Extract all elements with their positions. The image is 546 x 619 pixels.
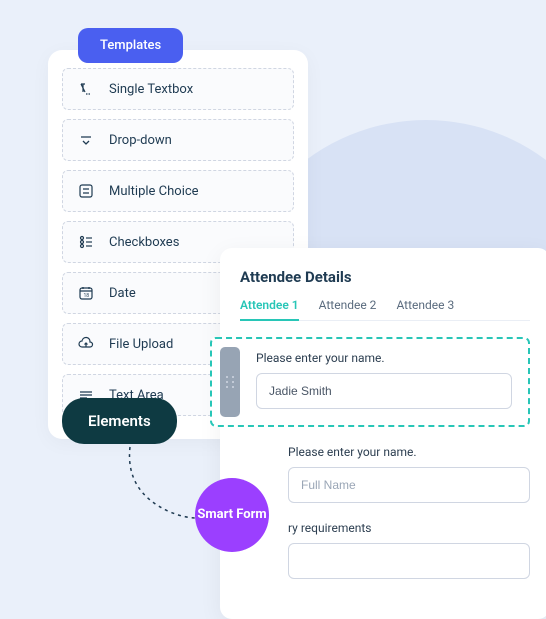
element-label: Drop-down [109, 133, 172, 148]
tab-attendee-3[interactable]: Attendee 3 [396, 298, 454, 320]
attendee-tabs: Attendee 1 Attendee 2 Attendee 3 [240, 298, 530, 321]
templates-tab-label: Templates [100, 38, 161, 53]
dropdown-icon [77, 131, 95, 149]
element-label: Checkboxes [109, 235, 179, 250]
tab-label: Attendee 2 [319, 298, 377, 312]
name-prompt: Please enter your name. [256, 351, 512, 365]
elements-badge-label: Elements [88, 412, 151, 430]
element-label: Date [109, 286, 136, 301]
cloud-upload-icon [77, 335, 95, 353]
element-label: File Upload [109, 337, 173, 352]
element-label: Single Textbox [109, 82, 193, 97]
textbox-icon [77, 80, 95, 98]
details-title: Attendee Details [240, 268, 530, 286]
element-multiple-choice[interactable]: Multiple Choice [62, 170, 294, 212]
tab-attendee-2[interactable]: Attendee 2 [319, 298, 377, 320]
element-label: Multiple Choice [109, 184, 199, 199]
drag-handle[interactable] [220, 347, 240, 417]
form-drop-zone[interactable]: Please enter your name. [210, 337, 530, 427]
smart-form-badge: Smart Form [195, 478, 269, 552]
multiple-choice-icon [77, 182, 95, 200]
full-name-input[interactable] [288, 467, 530, 503]
field-label: ry requirements [288, 521, 530, 535]
requirements-input[interactable] [288, 543, 530, 579]
templates-tab[interactable]: Templates [78, 28, 183, 63]
smart-form-label: Smart Form [197, 508, 266, 523]
checkboxes-icon [77, 233, 95, 251]
tab-attendee-1[interactable]: Attendee 1 [240, 298, 299, 320]
calendar-icon: 18 [77, 284, 95, 302]
tab-label: Attendee 3 [396, 298, 454, 312]
elements-badge: Elements [62, 398, 177, 444]
tab-label: Attendee 1 [240, 298, 299, 312]
field-label: Please enter your name. [288, 445, 530, 459]
form-field-requirements: ry requirements [288, 521, 530, 579]
name-input[interactable] [256, 373, 512, 409]
element-single-textbox[interactable]: Single Textbox [62, 68, 294, 110]
svg-text:18: 18 [84, 293, 90, 299]
drag-dots-icon [226, 376, 235, 388]
attendee-details-panel: Attendee Details Attendee 1 Attendee 2 A… [220, 248, 546, 619]
form-field-name: Please enter your name. [288, 445, 530, 503]
element-dropdown[interactable]: Drop-down [62, 119, 294, 161]
